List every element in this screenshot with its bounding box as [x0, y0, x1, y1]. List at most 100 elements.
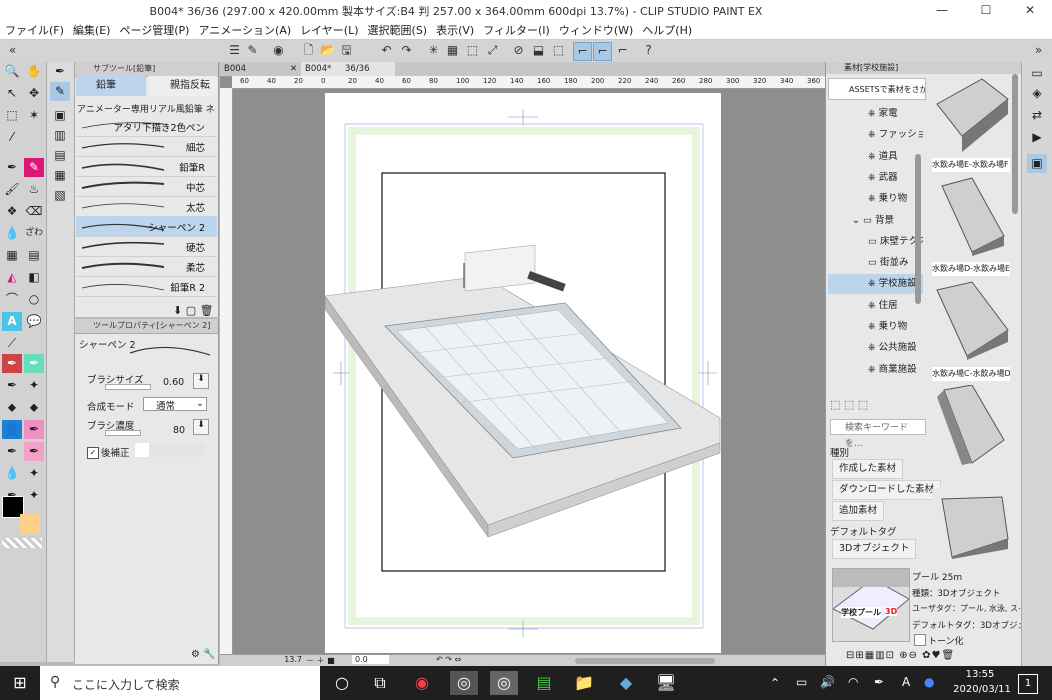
- select-all-icon[interactable]: ⬚: [550, 42, 567, 59]
- tree-item[interactable]: ⎈ 住居: [828, 296, 923, 316]
- eyedropper-icon[interactable]: ⁄: [2, 128, 22, 147]
- tree-item[interactable]: ⎈ 乗り物: [828, 317, 923, 337]
- tab-pencil[interactable]: 鉛筆: [76, 76, 146, 96]
- material-thumb-4[interactable]: [932, 384, 1010, 465]
- task-view-icon[interactable]: ⧉: [366, 671, 394, 695]
- app-icon[interactable]: ▤: [530, 671, 558, 695]
- collapse-right-icon[interactable]: »: [1030, 42, 1047, 59]
- layers-icon[interactable]: ◈: [1027, 84, 1047, 103]
- brush-size-value[interactable]: 0.60: [163, 377, 184, 388]
- menu-page[interactable]: ページ管理(P): [114, 20, 193, 38]
- filter-added[interactable]: 追加素材: [832, 501, 885, 521]
- canvas-page[interactable]: [324, 93, 721, 653]
- doc-tab-2[interactable]: B004* 36/36: [301, 62, 395, 76]
- transform-icon[interactable]: ⬚: [464, 42, 481, 59]
- balloon-icon[interactable]: 💬: [24, 312, 44, 331]
- snap-perspective-icon[interactable]: ⌐: [614, 42, 631, 59]
- brush-item[interactable]: シャーペン 2: [76, 216, 217, 237]
- clip-studio-icon[interactable]: ◎: [450, 671, 478, 695]
- operation-icon[interactable]: ↖: [2, 84, 22, 103]
- tree-item[interactable]: ⎈ 家電: [828, 104, 923, 124]
- tone-checkbox[interactable]: [914, 634, 926, 646]
- panel-icon-3[interactable]: ▤: [50, 146, 70, 165]
- marquee-icon[interactable]: ⬚: [2, 106, 22, 125]
- person-icon[interactable]: 👤: [2, 420, 22, 439]
- tab-other[interactable]: 親指反転: [148, 76, 217, 96]
- edit-icon[interactable]: ✎: [244, 42, 261, 59]
- close-tab-icon[interactable]: ✕: [290, 62, 297, 76]
- pattern-icon[interactable]: ▦: [2, 246, 22, 265]
- undo-icon[interactable]: ↶: [378, 42, 395, 59]
- default-tag-3d[interactable]: 3Dオブジェクト: [832, 539, 917, 559]
- ruler-icon[interactable]: ⟋: [2, 334, 22, 353]
- horizontal-scrollbar[interactable]: [575, 658, 715, 664]
- collapse-left-icon[interactable]: «: [4, 42, 21, 59]
- clip-studio-icon[interactable]: ◉: [270, 42, 287, 59]
- menu-window[interactable]: ウィンドウ(W): [554, 20, 637, 38]
- tree-item[interactable]: ⎈ 道具: [828, 147, 923, 167]
- clip-studio-paint-icon[interactable]: ◎: [490, 671, 518, 695]
- materials-icon[interactable]: ▣: [1027, 154, 1047, 173]
- pen-pink-icon[interactable]: ✒: [24, 420, 44, 439]
- ruler-snap-icon[interactable]: ⌐: [573, 42, 592, 61]
- wifi-icon[interactable]: ◠: [848, 675, 858, 689]
- brush-item[interactable]: 鉛筆R 2: [76, 276, 217, 297]
- menu-view[interactable]: 表示(V): [431, 20, 478, 38]
- assets-search-button[interactable]: ASSETSで素材をさがす: [828, 78, 926, 100]
- explorer-icon[interactable]: 📁: [570, 671, 598, 695]
- density-dropdown-icon[interactable]: ⬇: [193, 419, 209, 435]
- menu-animation[interactable]: アニメーション(A): [193, 20, 295, 38]
- brush-item[interactable]: アタリ下描き2色ペン: [76, 116, 217, 137]
- tree-item[interactable]: ⌄ ▭ 背景: [828, 211, 923, 231]
- minimize-button[interactable]: —: [920, 0, 964, 20]
- material-thumb-3[interactable]: [932, 280, 1010, 360]
- material-search-input[interactable]: 検索キーワードを...: [830, 419, 926, 449]
- app2-icon[interactable]: ◆: [612, 671, 640, 695]
- blend-icon[interactable]: 💧: [2, 224, 22, 243]
- material-footer-icons[interactable]: ⊟⊞▦▥⊡ ⊕⊖ ✿♥🗑: [846, 650, 955, 661]
- airbrush-icon[interactable]: ♨: [24, 180, 44, 199]
- scale-icon[interactable]: ⤢: [484, 42, 501, 59]
- brush-item[interactable]: 硬芯: [76, 236, 217, 257]
- pen-red-icon[interactable]: ✒: [2, 354, 22, 373]
- blend-mode-select[interactable]: 通常 ⌄: [143, 397, 207, 412]
- tree-item[interactable]: ⎈ 学校施設: [828, 274, 923, 295]
- save-icon[interactable]: 🖫: [338, 42, 355, 59]
- pen-cyan-icon[interactable]: ✒: [24, 354, 44, 373]
- hand-icon[interactable]: ✋: [24, 62, 44, 81]
- zoom-value[interactable]: 13.7: [284, 655, 302, 664]
- tree-item[interactable]: ⎈ ファッション: [828, 125, 923, 145]
- tree-item[interactable]: ⎈ 乗り物: [828, 189, 923, 209]
- panel-icon-2[interactable]: ▥: [50, 126, 70, 145]
- brush-item[interactable]: 柔芯: [76, 256, 217, 277]
- material-thumb-2[interactable]: [932, 176, 1010, 256]
- animation-icon[interactable]: ▶: [1027, 128, 1047, 147]
- tree-item[interactable]: ⎈ 武器: [828, 168, 923, 188]
- panel-icon-1[interactable]: ▣: [50, 106, 70, 125]
- filter-downloaded[interactable]: ダウンロードした素材: [832, 480, 942, 500]
- stabilization-checkbox[interactable]: ✓: [87, 447, 99, 459]
- density-slider[interactable]: [105, 430, 141, 436]
- tray-app-icon[interactable]: ●: [924, 675, 934, 689]
- taskbar-search[interactable]: ⚲ ここに入力して検索: [40, 666, 320, 700]
- history-icon[interactable]: ⇄: [1027, 106, 1047, 125]
- pencil-icon[interactable]: ✎: [24, 158, 44, 177]
- clock-date[interactable]: 2020/03/11: [952, 684, 1012, 695]
- transparent-color-swatch[interactable]: [2, 538, 42, 548]
- clear-icon[interactable]: ✳: [425, 42, 442, 59]
- eraser3-icon[interactable]: ⬥: [24, 398, 44, 417]
- clock-time[interactable]: 13:55: [952, 669, 1008, 680]
- pen-icon[interactable]: ✒: [2, 158, 22, 177]
- panel-icon-4[interactable]: ▦: [50, 166, 70, 185]
- tree-item[interactable]: ▭ 床壁テクスチャ: [828, 232, 923, 252]
- sparkle-icon[interactable]: ✦: [24, 376, 44, 395]
- eraser2-icon[interactable]: ⬥: [2, 398, 22, 417]
- menu-filter[interactable]: フィルター(I): [478, 20, 554, 38]
- auto-select-icon[interactable]: ✶: [24, 106, 44, 125]
- sparkle3-icon[interactable]: ✦: [24, 486, 44, 505]
- zoom-icon[interactable]: 🔍: [2, 62, 22, 81]
- brush-size-dropdown-icon[interactable]: ⬇: [193, 373, 209, 389]
- curve-icon[interactable]: ⌒: [2, 290, 22, 309]
- pencil-group-icon[interactable]: ✎: [50, 82, 70, 101]
- text-icon[interactable]: A: [2, 312, 22, 331]
